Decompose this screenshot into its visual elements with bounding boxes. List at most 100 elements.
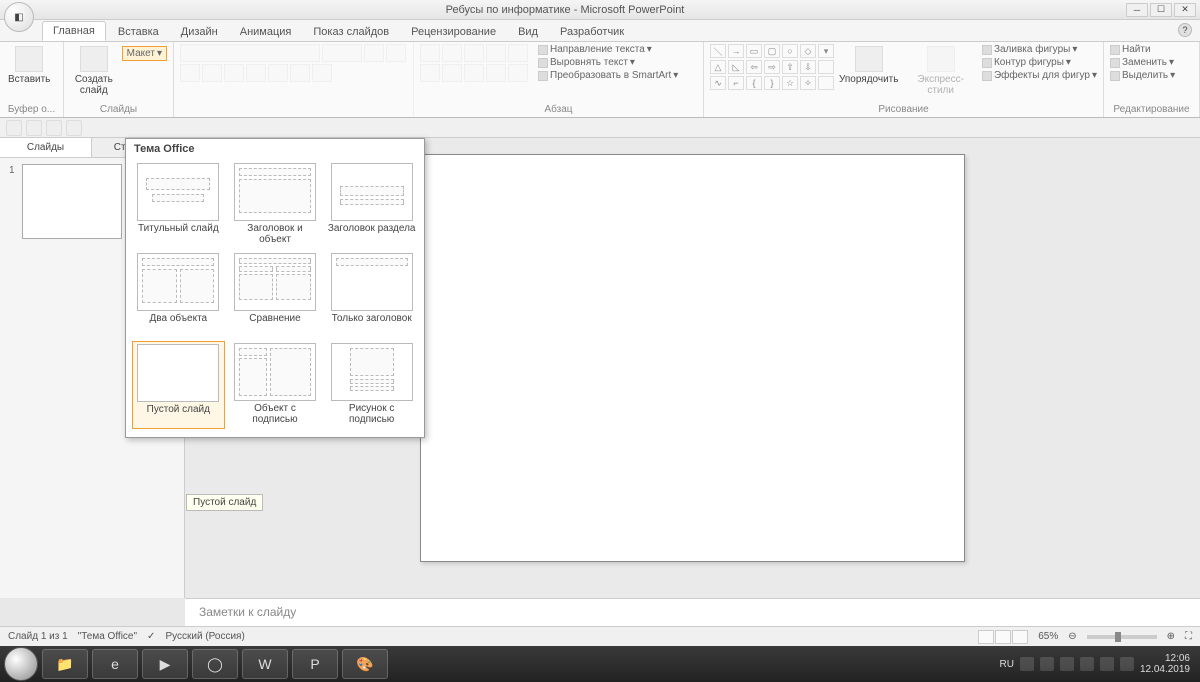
replace-button[interactable]: Заменить ▾ bbox=[1110, 57, 1175, 68]
layout-title-slide[interactable]: Титульный слайд bbox=[132, 161, 225, 247]
status-language[interactable]: Русский (Россия) bbox=[165, 631, 244, 642]
task-ie[interactable]: e bbox=[92, 649, 138, 679]
paste-button[interactable]: Вставить bbox=[6, 44, 52, 87]
shape-leftarrow-icon[interactable]: ⇦ bbox=[746, 60, 762, 74]
shape-rightarrow-icon[interactable]: ⇨ bbox=[764, 60, 780, 74]
shape-arrow-icon[interactable]: → bbox=[728, 44, 744, 58]
shape-downarrow-icon[interactable]: ⇩ bbox=[800, 60, 816, 74]
shape-scroll-icon[interactable] bbox=[818, 60, 834, 74]
qat-custom-icon[interactable] bbox=[66, 120, 82, 136]
fit-window-button[interactable]: ⛶ bbox=[1185, 631, 1192, 642]
tab-slideshow[interactable]: Показ слайдов bbox=[303, 23, 399, 41]
select-button[interactable]: Выделить ▾ bbox=[1110, 70, 1175, 81]
shape-line-icon[interactable]: ＼ bbox=[710, 44, 726, 58]
layout-picture-caption[interactable]: Рисунок с подписью bbox=[325, 341, 418, 429]
shape-rtriangle-icon[interactable]: ◺ bbox=[728, 60, 744, 74]
tab-animation[interactable]: Анимация bbox=[230, 23, 302, 41]
layout-section-header[interactable]: Заголовок раздела bbox=[325, 161, 418, 247]
slides-tab[interactable]: Слайды bbox=[0, 138, 92, 157]
align-text-icon bbox=[538, 58, 548, 68]
tray-icon-4[interactable] bbox=[1080, 657, 1094, 671]
text-direction-button[interactable]: Направление текста ▾ bbox=[538, 44, 678, 55]
tab-review[interactable]: Рецензирование bbox=[401, 23, 506, 41]
shape-callout-icon[interactable]: ✧ bbox=[800, 76, 816, 90]
shape-fill-button[interactable]: Заливка фигуры ▾ bbox=[982, 44, 1097, 55]
clipboard-group-label: Буфер о... bbox=[6, 103, 57, 115]
layout-two-content[interactable]: Два объекта bbox=[132, 251, 225, 337]
layout-blank[interactable]: Пустой слайд bbox=[132, 341, 225, 429]
shape-connector-icon[interactable]: ⌐ bbox=[728, 76, 744, 90]
shape-roundrect-icon[interactable]: ▢ bbox=[764, 44, 780, 58]
layout-dropdown[interactable]: Макет ▾ bbox=[122, 46, 167, 61]
shape-diamond-icon[interactable]: ◇ bbox=[800, 44, 816, 58]
shape-curve-icon[interactable]: ∿ bbox=[710, 76, 726, 90]
shape-expand-icon[interactable] bbox=[818, 76, 834, 90]
new-slide-button[interactable]: Создать слайд bbox=[70, 44, 118, 98]
shape-triangle-icon[interactable]: △ bbox=[710, 60, 726, 74]
task-word[interactable]: W bbox=[242, 649, 288, 679]
qat-save-icon[interactable] bbox=[6, 120, 22, 136]
tab-design[interactable]: Дизайн bbox=[171, 23, 228, 41]
smartart-button[interactable]: Преобразовать в SmartArt ▾ bbox=[538, 70, 678, 81]
view-normal-button[interactable] bbox=[978, 630, 994, 644]
view-buttons bbox=[978, 630, 1028, 644]
thumb-number: 1 bbox=[9, 165, 15, 176]
tray-icon-2[interactable] bbox=[1040, 657, 1054, 671]
status-spellcheck-icon: ✓ bbox=[147, 631, 155, 642]
view-sorter-button[interactable] bbox=[995, 630, 1011, 644]
layout-content-caption[interactable]: Объект с подписью bbox=[229, 341, 322, 429]
zoom-slider[interactable] bbox=[1087, 635, 1157, 639]
tray-icon-1[interactable] bbox=[1020, 657, 1034, 671]
tab-view[interactable]: Вид bbox=[508, 23, 548, 41]
layout-comparison[interactable]: Сравнение bbox=[229, 251, 322, 337]
shapes-gallery[interactable]: ＼→▭▢○◇▾ △◺⇦⇨⇧⇩ ∿⌐{}☆✧ bbox=[710, 44, 834, 90]
shape-oval-icon[interactable]: ○ bbox=[782, 44, 798, 58]
tray-lang[interactable]: RU bbox=[999, 659, 1013, 670]
editing-group-label: Редактирование bbox=[1110, 103, 1193, 115]
tab-home[interactable]: Главная bbox=[42, 21, 106, 41]
slide-canvas[interactable] bbox=[420, 154, 965, 562]
shape-more-icon[interactable]: ▾ bbox=[818, 44, 834, 58]
shape-rect-icon[interactable]: ▭ bbox=[746, 44, 762, 58]
taskbar: 📁 e ▶ ◯ W P 🎨 RU 12:06 12.04.2019 bbox=[0, 646, 1200, 682]
start-button[interactable] bbox=[4, 647, 38, 681]
shape-uparrow-icon[interactable]: ⇧ bbox=[782, 60, 798, 74]
shape-brace-icon[interactable]: { bbox=[746, 76, 762, 90]
notes-pane[interactable]: Заметки к слайду bbox=[185, 598, 1200, 626]
tab-developer[interactable]: Разработчик bbox=[550, 23, 634, 41]
tray-clock[interactable]: 12:06 12.04.2019 bbox=[1140, 653, 1190, 675]
align-text-button[interactable]: Выровнять текст ▾ bbox=[538, 57, 678, 68]
office-button[interactable]: ◧ bbox=[4, 2, 34, 32]
arrange-button[interactable]: Упорядочить bbox=[838, 44, 899, 87]
shape-outline-button[interactable]: Контур фигуры ▾ bbox=[982, 57, 1097, 68]
tray-icon-3[interactable] bbox=[1060, 657, 1074, 671]
task-powerpoint[interactable]: P bbox=[292, 649, 338, 679]
shape-brace2-icon[interactable]: } bbox=[764, 76, 780, 90]
layout-title-content[interactable]: Заголовок и объект bbox=[229, 161, 322, 247]
task-wmp[interactable]: ▶ bbox=[142, 649, 188, 679]
view-slideshow-button[interactable] bbox=[1012, 630, 1028, 644]
qat-redo-icon[interactable] bbox=[46, 120, 62, 136]
maximize-button[interactable]: ☐ bbox=[1150, 3, 1172, 17]
zoom-out-button[interactable]: ⊖ bbox=[1068, 631, 1076, 642]
layout-title-only[interactable]: Только заголовок bbox=[325, 251, 418, 337]
tray-network-icon[interactable] bbox=[1100, 657, 1114, 671]
tab-insert[interactable]: Вставка bbox=[108, 23, 169, 41]
task-chrome[interactable]: ◯ bbox=[192, 649, 238, 679]
shape-star-icon[interactable]: ☆ bbox=[782, 76, 798, 90]
find-button[interactable]: Найти bbox=[1110, 44, 1175, 55]
popup-theme-title: Тема Office bbox=[126, 139, 424, 159]
slide-thumbnail-1[interactable]: 1 bbox=[22, 164, 122, 239]
minimize-button[interactable]: ─ bbox=[1126, 3, 1148, 17]
quick-styles-button[interactable]: Экспресс-стили bbox=[903, 44, 978, 98]
task-paint[interactable]: 🎨 bbox=[342, 649, 388, 679]
close-button[interactable]: ✕ bbox=[1174, 3, 1196, 17]
replace-icon bbox=[1110, 58, 1120, 68]
shape-effects-button[interactable]: Эффекты для фигур ▾ bbox=[982, 70, 1097, 81]
qat-undo-icon[interactable] bbox=[26, 120, 42, 136]
tray-volume-icon[interactable] bbox=[1120, 657, 1134, 671]
task-explorer[interactable]: 📁 bbox=[42, 649, 88, 679]
zoom-in-button[interactable]: ⊕ bbox=[1167, 631, 1175, 642]
help-button[interactable]: ? bbox=[1178, 23, 1192, 37]
zoom-percent[interactable]: 65% bbox=[1038, 631, 1058, 642]
